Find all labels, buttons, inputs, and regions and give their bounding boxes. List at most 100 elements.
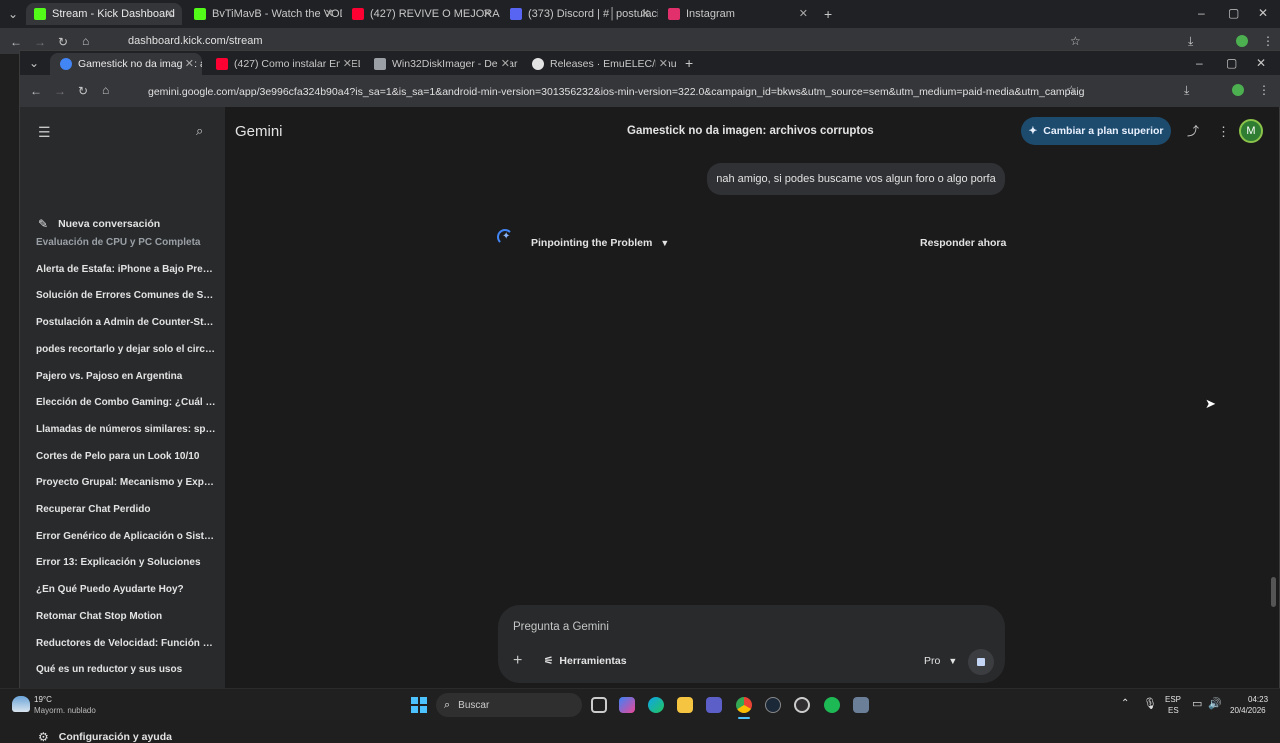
close-icon[interactable]: ✕: [497, 57, 510, 70]
clock-time[interactable]: 04:23: [1248, 695, 1268, 704]
downloads-icon[interactable]: ⤓: [1188, 35, 1193, 47]
history-item[interactable]: Cortes de Pelo para un Look 10/10: [36, 451, 216, 462]
profile-avatar[interactable]: [1232, 84, 1244, 96]
history-item[interactable]: Retomar Chat Stop Motion: [36, 611, 216, 622]
outer-tab-5[interactable]: Instagram ✕: [660, 3, 816, 25]
profile-avatar[interactable]: [1236, 35, 1248, 47]
windows-start-icon[interactable]: [411, 697, 427, 713]
edge-icon[interactable]: [648, 697, 664, 713]
outer-address-bar[interactable]: dashboard.kick.com/stream: [104, 31, 1094, 51]
downloads-icon[interactable]: ⤓: [1184, 84, 1189, 96]
history-item[interactable]: Solución de Errores Comunes de Soft...: [36, 290, 216, 301]
forward-icon[interactable]: →: [54, 85, 66, 97]
minimize-icon[interactable]: –: [1196, 57, 1203, 69]
copilot-icon[interactable]: [619, 697, 635, 713]
back-icon[interactable]: ←: [10, 36, 22, 48]
outer-tab-2-title: BvTiMavB - Watch the VOD on: [212, 8, 342, 20]
new-chat-button[interactable]: ✎ Nueva conversación: [38, 217, 160, 231]
outer-tab-1[interactable]: Stream - Kick Dashboard ✕: [26, 3, 182, 25]
close-icon[interactable]: ✕: [181, 57, 194, 70]
reload-icon[interactable]: ↻: [78, 85, 88, 97]
new-tab-icon[interactable]: +: [685, 56, 693, 70]
home-icon[interactable]: ⌂: [102, 84, 109, 96]
outer-tab-2[interactable]: BvTiMavB - Watch the VOD on ✕: [186, 3, 342, 25]
prompt-input-box: Pregunta a Gemini + ⚟ Herramientas Pro ▼: [498, 605, 1005, 683]
menu-dots-icon[interactable]: ⋮: [1262, 35, 1274, 47]
close-icon[interactable]: ✕: [165, 7, 174, 20]
chrome-icon[interactable]: [736, 697, 752, 713]
history-item[interactable]: Proyecto Grupal: Mecanismo y Expos...: [36, 477, 216, 488]
app-icon[interactable]: [853, 697, 869, 713]
outer-tab-3[interactable]: (427) REVIVE O MEJORA tu ✕: [344, 3, 500, 25]
close-icon[interactable]: ✕: [325, 7, 334, 20]
obs-icon[interactable]: [794, 697, 810, 713]
prompt-input[interactable]: Pregunta a Gemini: [513, 621, 609, 633]
close-icon[interactable]: ✕: [641, 7, 650, 20]
menu-dots-icon[interactable]: ⋮: [1258, 84, 1270, 96]
file-explorer-icon[interactable]: [677, 697, 693, 713]
history-item[interactable]: Evaluación de CPU y PC Completa: [36, 237, 216, 248]
close-window-icon[interactable]: ✕: [1258, 7, 1268, 19]
new-tab-icon[interactable]: +: [824, 7, 832, 21]
clock-date[interactable]: 20/4/2026: [1230, 706, 1266, 715]
teams-icon[interactable]: [706, 697, 722, 713]
search-icon[interactable]: ⌕: [196, 124, 203, 137]
upgrade-button[interactable]: ✦ Cambiar a plan superior: [1021, 117, 1171, 145]
add-icon[interactable]: +: [513, 653, 522, 669]
history-item[interactable]: podes recortarlo y dejar solo el circul.…: [36, 344, 216, 355]
language-top[interactable]: ESP: [1165, 695, 1181, 704]
weather-icon[interactable]: [12, 696, 30, 712]
close-icon[interactable]: ✕: [655, 57, 668, 70]
home-icon[interactable]: ⌂: [82, 35, 89, 47]
inner-tab-3[interactable]: Win32DiskImager - Descargar ✕: [364, 53, 518, 75]
history-item[interactable]: Alerta de Estafa: iPhone a Bajo Precio: [36, 264, 216, 275]
share-icon[interactable]: ⤴: [1187, 125, 1199, 137]
history-item[interactable]: Elección de Combo Gaming: ¿Cuál Co...: [36, 397, 216, 408]
history-item[interactable]: Reductores de Velocidad: Función y B...: [36, 638, 216, 649]
tools-button[interactable]: ⚟ Herramientas: [544, 655, 627, 667]
respond-now-button[interactable]: Responder ahora: [920, 237, 1006, 249]
history-item[interactable]: Error 13: Explicación y Soluciones: [36, 557, 216, 568]
steam-icon[interactable]: [765, 697, 781, 713]
reload-icon[interactable]: ↻: [58, 36, 68, 48]
microphone-icon[interactable]: 🎙: [1143, 697, 1157, 710]
minimize-icon[interactable]: –: [1198, 7, 1205, 19]
thinking-toggle[interactable]: Pinpointing the Problem ▼: [531, 237, 669, 249]
volume-icon[interactable]: 🔊: [1208, 697, 1222, 710]
history-item[interactable]: ¿En Qué Puedo Ayudarte Hoy?: [36, 584, 216, 595]
tab-search-icon[interactable]: ⌄: [29, 57, 39, 69]
more-options-icon[interactable]: ⋮: [1217, 125, 1230, 138]
inner-tab-2[interactable]: (427) Como instalar EmuELEC 4 ✕: [206, 53, 360, 75]
history-item[interactable]: Recuperar Chat Perdido: [36, 504, 216, 515]
inner-tab-4[interactable]: Releases · EmuELEC/EmuELEC ✕: [522, 53, 676, 75]
outer-tab-4[interactable]: (373) Discord | #│postulació ✕: [502, 3, 658, 25]
taskbar-search[interactable]: ⌕ Buscar: [436, 693, 582, 717]
chevron-up-icon[interactable]: ⌃: [1121, 698, 1129, 709]
history-item[interactable]: Llamadas de números similares: spa...: [36, 424, 216, 435]
stop-button[interactable]: [968, 649, 994, 675]
maximize-icon[interactable]: ▢: [1228, 7, 1239, 19]
history-item[interactable]: Error Genérico de Aplicación o Sistema: [36, 531, 216, 542]
tab-search-icon[interactable]: ⌄: [8, 8, 18, 20]
back-icon[interactable]: ←: [30, 85, 42, 97]
inner-address-bar[interactable]: gemini.google.com/app/3e996cfa324b90a4?i…: [124, 81, 1084, 103]
close-icon[interactable]: ✕: [339, 57, 352, 70]
network-icon[interactable]: ▭: [1192, 697, 1202, 710]
inner-tab-1[interactable]: Gamestick no da imagen: archi ✕: [50, 53, 202, 75]
spotify-icon[interactable]: [824, 697, 840, 713]
gemini-brand[interactable]: Gemini: [235, 123, 283, 140]
model-picker[interactable]: Pro ▼: [924, 655, 957, 667]
close-window-icon[interactable]: ✕: [1256, 57, 1266, 69]
close-icon[interactable]: ✕: [799, 7, 808, 20]
close-icon[interactable]: ✕: [483, 7, 492, 20]
account-avatar[interactable]: M: [1239, 119, 1263, 143]
history-item[interactable]: Pajero vs. Pajoso en Argentina: [36, 371, 216, 382]
maximize-icon[interactable]: ▢: [1226, 57, 1237, 69]
task-view-icon[interactable]: [591, 697, 607, 713]
menu-icon[interactable]: ☰: [38, 125, 51, 139]
history-item[interactable]: Qué es un reductor y sus usos: [36, 664, 216, 675]
history-item[interactable]: Postulación a Admin de Counter-Strike: [36, 317, 216, 328]
settings-button[interactable]: ⚙ Configuración y ayuda: [38, 731, 172, 743]
scrollbar[interactable]: [1271, 577, 1276, 607]
forward-icon[interactable]: →: [34, 36, 46, 48]
